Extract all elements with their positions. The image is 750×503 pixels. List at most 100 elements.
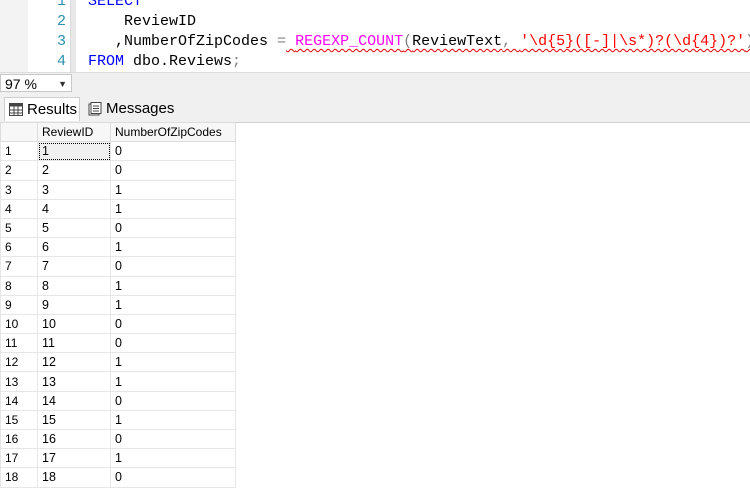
cell-numberofzipcodes[interactable]: 1: [110, 352, 236, 373]
cell-numberofzipcodes[interactable]: 0: [110, 313, 236, 335]
cell-reviewid[interactable]: 13: [37, 371, 111, 392]
table-row[interactable]: 18 18 0: [0, 467, 236, 488]
row-number[interactable]: 15: [0, 409, 38, 431]
dropdown-arrow-icon[interactable]: ▼: [58, 75, 67, 93]
cell-reviewid[interactable]: 18: [37, 467, 111, 488]
cell-reviewid[interactable]: 16: [37, 428, 111, 450]
cell-numberofzipcodes[interactable]: 0: [110, 256, 236, 277]
row-number[interactable]: 8: [0, 275, 38, 296]
table-row[interactable]: 770: [0, 256, 236, 277]
code-line-1[interactable]: SELECT: [88, 0, 142, 12]
row-number[interactable]: 12: [0, 352, 38, 373]
cell-reviewid[interactable]: 1: [37, 141, 111, 162]
table-name: dbo.Reviews: [124, 53, 233, 70]
row-number[interactable]: 14: [0, 390, 38, 411]
row-number[interactable]: 4: [0, 198, 38, 219]
code-line-2[interactable]: ReviewID: [88, 12, 196, 32]
comma: ,: [502, 33, 521, 50]
cell-numberofzipcodes[interactable]: 1: [110, 294, 236, 315]
row-number[interactable]: 10: [0, 313, 38, 335]
row-number[interactable]: 13: [0, 371, 38, 392]
zoom-value: 97 %: [5, 76, 37, 92]
cell-reviewid[interactable]: 12: [37, 352, 111, 373]
cell-numberofzipcodes[interactable]: 0: [110, 217, 236, 239]
table-row[interactable]: 10 10 0: [0, 313, 236, 335]
cell-numberofzipcodes[interactable]: 0: [110, 141, 236, 162]
keyword-from: FROM: [88, 53, 125, 70]
cell-numberofzipcodes[interactable]: 0: [110, 160, 236, 181]
tab-messages-label: Messages: [106, 100, 175, 117]
row-number[interactable]: 3: [0, 179, 38, 200]
cell-numberofzipcodes[interactable]: 1: [110, 275, 236, 296]
change-margin: [70, 0, 76, 72]
table-row[interactable]: 220: [0, 160, 236, 181]
query-editor[interactable]: 1 2 3 4 SELECT ReviewID ,NumberOfZipCode…: [0, 0, 750, 72]
table-row[interactable]: 550: [0, 217, 236, 239]
cell-reviewid[interactable]: 17: [37, 448, 111, 469]
row-number[interactable]: 11: [0, 333, 38, 354]
grid-header-row: ReviewID NumberOfZipCodes: [0, 121, 236, 143]
cell-numberofzipcodes[interactable]: 0: [110, 390, 236, 411]
cell-reviewid[interactable]: 11: [37, 333, 111, 354]
table-row[interactable]: 441: [0, 198, 236, 219]
row-number[interactable]: 16: [0, 428, 38, 450]
cell-reviewid[interactable]: 3: [37, 179, 111, 200]
table-row[interactable]: 17 17 1: [0, 448, 236, 469]
argument-reviewtext: ReviewText: [412, 33, 503, 50]
regex-pattern-string: '\d{5}([-]|\s*)?(\d{4})?': [520, 33, 746, 50]
table-row[interactable]: 14 14 0: [0, 390, 236, 411]
cell-numberofzipcodes[interactable]: 1: [110, 198, 236, 219]
cell-reviewid[interactable]: 9: [37, 294, 111, 315]
row-number[interactable]: 1: [0, 141, 38, 162]
results-grid[interactable]: ReviewID NumberOfZipCodes 11022033144155…: [0, 121, 236, 488]
row-number[interactable]: 9: [0, 294, 38, 315]
function-regexp-count: REGEXP_COUNT: [295, 33, 404, 50]
table-row[interactable]: 661: [0, 237, 236, 258]
row-number[interactable]: 6: [0, 237, 38, 258]
cell-numberofzipcodes[interactable]: 0: [110, 467, 236, 488]
equals-operator: =: [277, 33, 287, 50]
row-number[interactable]: 7: [0, 256, 38, 277]
table-row[interactable]: 331: [0, 179, 236, 200]
cell-numberofzipcodes[interactable]: 1: [110, 237, 236, 258]
grid-corner[interactable]: [0, 121, 38, 143]
keyword-select: SELECT: [88, 0, 143, 10]
table-row[interactable]: 881: [0, 275, 236, 296]
cell-reviewid[interactable]: 8: [37, 275, 111, 296]
cell-reviewid[interactable]: 14: [37, 390, 111, 411]
grid-icon: [9, 103, 23, 116]
cell-numberofzipcodes[interactable]: 1: [110, 409, 236, 431]
row-number[interactable]: 17: [0, 448, 38, 469]
cell-numberofzipcodes[interactable]: 1: [110, 448, 236, 469]
cell-reviewid[interactable]: 5: [37, 217, 111, 239]
cell-numberofzipcodes[interactable]: 0: [110, 333, 236, 354]
table-row[interactable]: 11 11 0: [0, 333, 236, 354]
table-row[interactable]: 991: [0, 294, 236, 315]
table-row[interactable]: 16 16 0: [0, 428, 236, 450]
line-number: 4: [56, 53, 66, 70]
cell-numberofzipcodes[interactable]: 0: [110, 428, 236, 450]
tab-messages[interactable]: Messages: [84, 97, 188, 121]
code-line-4[interactable]: FROM dbo.Reviews;: [88, 52, 241, 72]
table-row[interactable]: 13 13 1: [0, 371, 236, 392]
cell-numberofzipcodes[interactable]: 1: [110, 371, 236, 392]
row-number[interactable]: 18: [0, 467, 38, 488]
table-row[interactable]: 110: [0, 141, 236, 162]
row-number[interactable]: 2: [0, 160, 38, 181]
cell-numberofzipcodes[interactable]: 1: [110, 179, 236, 200]
cell-reviewid[interactable]: 6: [37, 237, 111, 258]
tab-results[interactable]: Results: [4, 97, 80, 121]
zoom-bar: 97 % ▼: [0, 72, 750, 96]
cell-reviewid[interactable]: 10: [37, 313, 111, 335]
code-line-3[interactable]: ,NumberOfZipCodes = REGEXP_COUNT(ReviewT…: [88, 32, 750, 52]
column-header-numberofzipcodes[interactable]: NumberOfZipCodes: [110, 121, 236, 143]
column-header-reviewid[interactable]: ReviewID: [37, 121, 111, 143]
row-number[interactable]: 5: [0, 217, 38, 239]
cell-reviewid[interactable]: 2: [37, 160, 111, 181]
cell-reviewid[interactable]: 15: [37, 409, 111, 431]
cell-reviewid[interactable]: 7: [37, 256, 111, 277]
table-row[interactable]: 12 12 1: [0, 352, 236, 373]
zoom-dropdown[interactable]: 97 % ▼: [0, 74, 72, 92]
cell-reviewid[interactable]: 4: [37, 198, 111, 219]
table-row[interactable]: 15 15 1: [0, 409, 236, 431]
